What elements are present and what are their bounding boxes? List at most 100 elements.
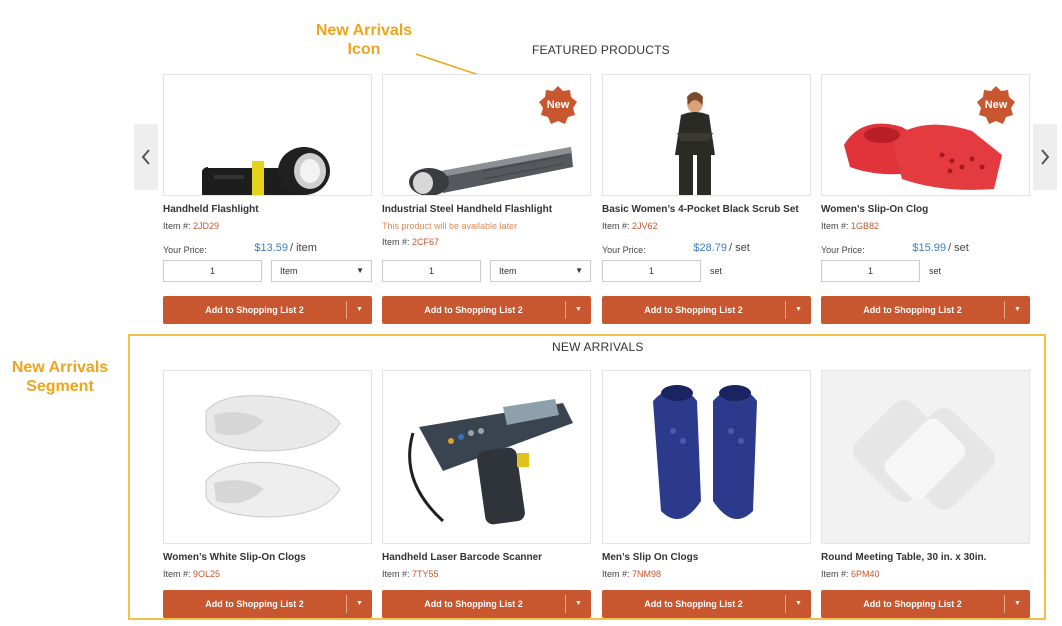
item-number-label: Item #: [163, 221, 194, 231]
item-number-label: Item #: [602, 221, 633, 231]
product-image[interactable] [163, 74, 372, 196]
caret-down-icon[interactable]: ▼ [786, 590, 811, 618]
product-name[interactable]: Basic Women’s 4-Pocket Black Scrub Set [602, 204, 799, 215]
item-number: Item #: 2JD29 [163, 221, 219, 231]
product-name[interactable]: Women’s Slip-On Clog [821, 204, 928, 215]
product-image[interactable] [602, 370, 811, 544]
product-image[interactable] [382, 370, 591, 544]
unit-select[interactable]: Item ▼ [490, 260, 591, 282]
new-arrivals-title: NEW ARRIVALS [552, 340, 644, 354]
add-button-label: Add to Shopping List 2 [644, 599, 743, 609]
annotation-new-arrivals-icon: New Arrivals Icon [312, 21, 416, 59]
item-code: 7NM98 [632, 569, 662, 579]
price-value: $15.99 [912, 242, 946, 254]
add-to-shopping-list-button[interactable]: Add to Shopping List 2 ▼ [382, 590, 591, 618]
product-name[interactable]: Handheld Flashlight [163, 204, 259, 215]
annotation-line-2: Segment [26, 378, 94, 395]
item-code: 2CF67 [412, 237, 440, 247]
add-button-label: Add to Shopping List 2 [644, 305, 743, 315]
add-button-label: Add to Shopping List 2 [205, 599, 304, 609]
quantity-input[interactable]: 1 [382, 260, 481, 282]
price-label: Your Price: [821, 245, 865, 255]
price-unit: / item [290, 242, 317, 254]
product-name[interactable]: Industrial Steel Handheld Flashlight [382, 204, 552, 215]
unit-select-value: Item [499, 266, 517, 276]
image-placeholder-icon [853, 400, 995, 510]
add-to-shopping-list-button[interactable]: Add to Shopping List 2 ▼ [163, 590, 372, 618]
product-image[interactable] [602, 74, 811, 196]
product-name[interactable]: Women’s White Slip-On Clogs [163, 552, 306, 563]
quantity-input[interactable]: 1 [163, 260, 262, 282]
quantity-input[interactable]: 1 [821, 260, 920, 282]
new-badge-icon: New [977, 86, 1015, 124]
carousel-prev-button[interactable] [134, 124, 158, 190]
caret-down-icon[interactable]: ▼ [1005, 590, 1030, 618]
item-number-label: Item #: [602, 569, 633, 579]
add-button-label: Add to Shopping List 2 [424, 305, 523, 315]
caret-down-icon[interactable]: ▼ [566, 296, 591, 324]
quantity-input[interactable]: 1 [602, 260, 701, 282]
add-button-label: Add to Shopping List 2 [863, 305, 962, 315]
new-badge-label: New [546, 99, 570, 111]
caret-down-icon: ▼ [356, 266, 364, 275]
unit-select-value: Item [280, 266, 298, 276]
item-number: Item #: 1GB82 [821, 221, 879, 231]
price-unit: / set [948, 242, 969, 254]
add-to-shopping-list-button[interactable]: Add to Shopping List 2 ▼ [602, 296, 811, 324]
price-value: $28.79 [693, 242, 727, 254]
add-to-shopping-list-button[interactable]: Add to Shopping List 2 ▼ [382, 296, 591, 324]
caret-down-icon[interactable]: ▼ [1005, 296, 1030, 324]
annotation-line-2: Icon [347, 41, 381, 58]
new-badge-label: New [984, 99, 1008, 111]
add-button-label: Add to Shopping List 2 [424, 599, 523, 609]
chevron-left-icon [141, 149, 150, 165]
product-name[interactable]: Men’s Slip On Clogs [602, 552, 698, 563]
item-code: 2JD29 [193, 221, 220, 231]
item-code: 2JV62 [632, 221, 658, 231]
chevron-right-icon [1041, 149, 1050, 165]
featured-products-title: FEATURED PRODUCTS [532, 43, 670, 57]
item-number-label: Item #: [382, 237, 413, 247]
price-label: Your Price: [163, 245, 207, 255]
item-number: Item #: 7NM98 [602, 569, 661, 579]
item-code: 7TY55 [412, 569, 439, 579]
caret-down-icon[interactable]: ▼ [786, 296, 811, 324]
item-code: 9OL25 [193, 569, 221, 579]
product-name[interactable]: Round Meeting Table, 30 in. x 30in. [821, 552, 986, 563]
caret-down-icon[interactable]: ▼ [347, 590, 372, 618]
product-image[interactable] [163, 370, 372, 544]
carousel-next-button[interactable] [1033, 124, 1057, 190]
item-number: Item #: 7TY55 [382, 569, 439, 579]
white-clogs-image [205, 395, 341, 518]
item-number-label: Item #: [821, 569, 852, 579]
caret-down-icon: ▼ [575, 266, 583, 275]
price-unit: / set [729, 242, 750, 254]
add-button-label: Add to Shopping List 2 [863, 599, 962, 609]
flashlight-image [202, 147, 338, 195]
scrub-set-image [675, 92, 715, 195]
annotation-new-arrivals-segment: New Arrivals Segment [4, 358, 116, 396]
unit-select[interactable]: Item ▼ [271, 260, 372, 282]
caret-down-icon[interactable]: ▼ [347, 296, 372, 324]
caret-down-icon[interactable]: ▼ [566, 590, 591, 618]
price-label: Your Price: [602, 245, 646, 255]
product-name[interactable]: Handheld Laser Barcode Scanner [382, 552, 542, 563]
add-to-shopping-list-button[interactable]: Add to Shopping List 2 ▼ [821, 590, 1030, 618]
unit-label: set [710, 266, 723, 276]
unit-label: set [929, 266, 942, 276]
item-code: 1GB82 [851, 221, 880, 231]
item-number-label: Item #: [821, 221, 852, 231]
add-to-shopping-list-button[interactable]: Add to Shopping List 2 ▼ [821, 296, 1030, 324]
blue-clogs-image [653, 385, 757, 519]
add-to-shopping-list-button[interactable]: Add to Shopping List 2 ▼ [602, 590, 811, 618]
item-number: Item #: 9OL25 [163, 569, 220, 579]
price-value: $13.59 [254, 242, 288, 254]
barcode-scanner-image [408, 399, 573, 525]
product-image[interactable] [821, 370, 1030, 544]
item-number-label: Item #: [382, 569, 413, 579]
add-button-label: Add to Shopping List 2 [205, 305, 304, 315]
item-number: Item #: 6PM40 [821, 569, 880, 579]
item-number: Item #: 2CF67 [382, 237, 439, 247]
item-number: Item #: 2JV62 [602, 221, 658, 231]
add-to-shopping-list-button[interactable]: Add to Shopping List 2 ▼ [163, 296, 372, 324]
